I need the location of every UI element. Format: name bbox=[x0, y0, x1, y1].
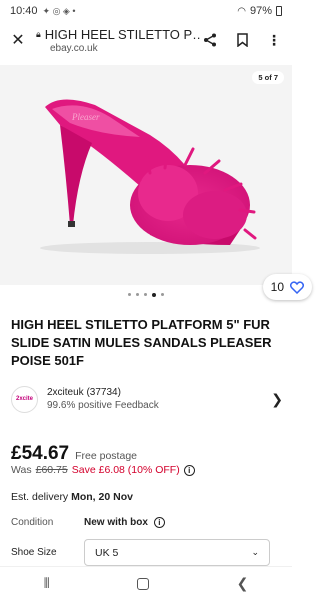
current-price: £54.67 bbox=[11, 443, 70, 464]
system-nav-bar: ⦀ ❮ bbox=[0, 566, 292, 600]
was-label: Was bbox=[11, 464, 32, 476]
condition-row: Condition New with box i bbox=[11, 517, 165, 528]
seller-name: 2xciteuk (37734) bbox=[47, 387, 121, 398]
was-price-row: Was £60.75 Save £6.08 (10% OFF) i bbox=[11, 464, 195, 476]
listing-title: HIGH HEEL STILETTO PLATFORM 5" FUR SLIDE… bbox=[11, 317, 272, 368]
carousel-dot[interactable] bbox=[144, 293, 147, 296]
heart-icon bbox=[290, 280, 304, 294]
url-host: ebay.co.uk bbox=[50, 42, 98, 54]
chevron-right-icon: ❯ bbox=[271, 390, 283, 407]
carousel-dots bbox=[0, 292, 292, 297]
shoe-size-label: Shoe Size bbox=[11, 547, 57, 558]
carousel-dot-active[interactable] bbox=[152, 292, 156, 297]
status-bar: 10:40 ✦ ◎ ◈ • ◠ 97% bbox=[0, 0, 292, 22]
shoe-size-value: UK 5 bbox=[95, 546, 119, 559]
watch-count: 10 bbox=[270, 280, 284, 294]
more-options-icon[interactable]: ⋮ bbox=[264, 30, 284, 50]
share-icon[interactable] bbox=[200, 30, 220, 50]
shoe-size-row: Shoe Size UK 5 ⌄ bbox=[11, 539, 270, 566]
battery-icon bbox=[276, 6, 282, 16]
info-icon[interactable]: i bbox=[153, 517, 165, 528]
seller-feedback: 99.6% positive Feedback bbox=[47, 400, 159, 411]
carousel-dot[interactable] bbox=[136, 293, 139, 296]
seller-logo: 2xcite bbox=[11, 385, 38, 413]
close-icon[interactable]: ✕ bbox=[8, 30, 28, 50]
seller-row[interactable]: 2xcite 2xciteuk (37734) 99.6% positive F… bbox=[11, 383, 283, 415]
notification-icons: ✦ ◎ ◈ • bbox=[42, 5, 76, 16]
browser-toolbar: ✕ 🔒︎ HIGH HEEL STILETTO P… ebay.co.uk ⋮ bbox=[0, 22, 292, 58]
recent-apps-icon[interactable]: ⦀ bbox=[44, 575, 50, 592]
savings: Save £6.08 (10% OFF) bbox=[71, 464, 180, 476]
product-image: Pleaser bbox=[40, 99, 260, 254]
image-counter: 5 of 7 bbox=[252, 71, 284, 84]
product-image-gallery[interactable]: Pleaser 5 of 7 bbox=[0, 65, 292, 285]
bookmark-icon[interactable] bbox=[232, 30, 252, 50]
postage: Free postage bbox=[75, 450, 137, 462]
delivery-date: Mon, 20 Nov bbox=[71, 491, 133, 503]
info-icon[interactable]: i bbox=[183, 464, 195, 476]
url-block[interactable]: 🔒︎ HIGH HEEL STILETTO P… ebay.co.uk bbox=[36, 27, 200, 54]
svg-text:Pleaser: Pleaser bbox=[71, 112, 100, 122]
condition-label: Condition bbox=[11, 517, 54, 528]
carousel-dot[interactable] bbox=[128, 293, 131, 296]
condition-value: New with box bbox=[84, 517, 148, 528]
delivery-label: Est. delivery bbox=[11, 491, 69, 503]
carousel-dot[interactable] bbox=[161, 293, 164, 296]
delivery-estimate: Est. delivery Mon, 20 Nov bbox=[11, 491, 133, 503]
battery-level: 97% bbox=[249, 5, 272, 17]
back-icon[interactable]: ❮ bbox=[237, 575, 249, 592]
was-price: £60.75 bbox=[35, 464, 68, 476]
wifi-icon: ◠ bbox=[237, 5, 246, 17]
page-title: HIGH HEEL STILETTO P… bbox=[44, 26, 200, 42]
lock-icon: 🔒︎ bbox=[36, 28, 41, 39]
shoe-size-select[interactable]: UK 5 ⌄ bbox=[84, 539, 270, 566]
home-icon[interactable] bbox=[137, 577, 150, 590]
price-row: £54.67 Free postage bbox=[11, 443, 137, 465]
clock: 10:40 bbox=[10, 5, 38, 17]
chevron-down-icon: ⌄ bbox=[251, 547, 259, 557]
